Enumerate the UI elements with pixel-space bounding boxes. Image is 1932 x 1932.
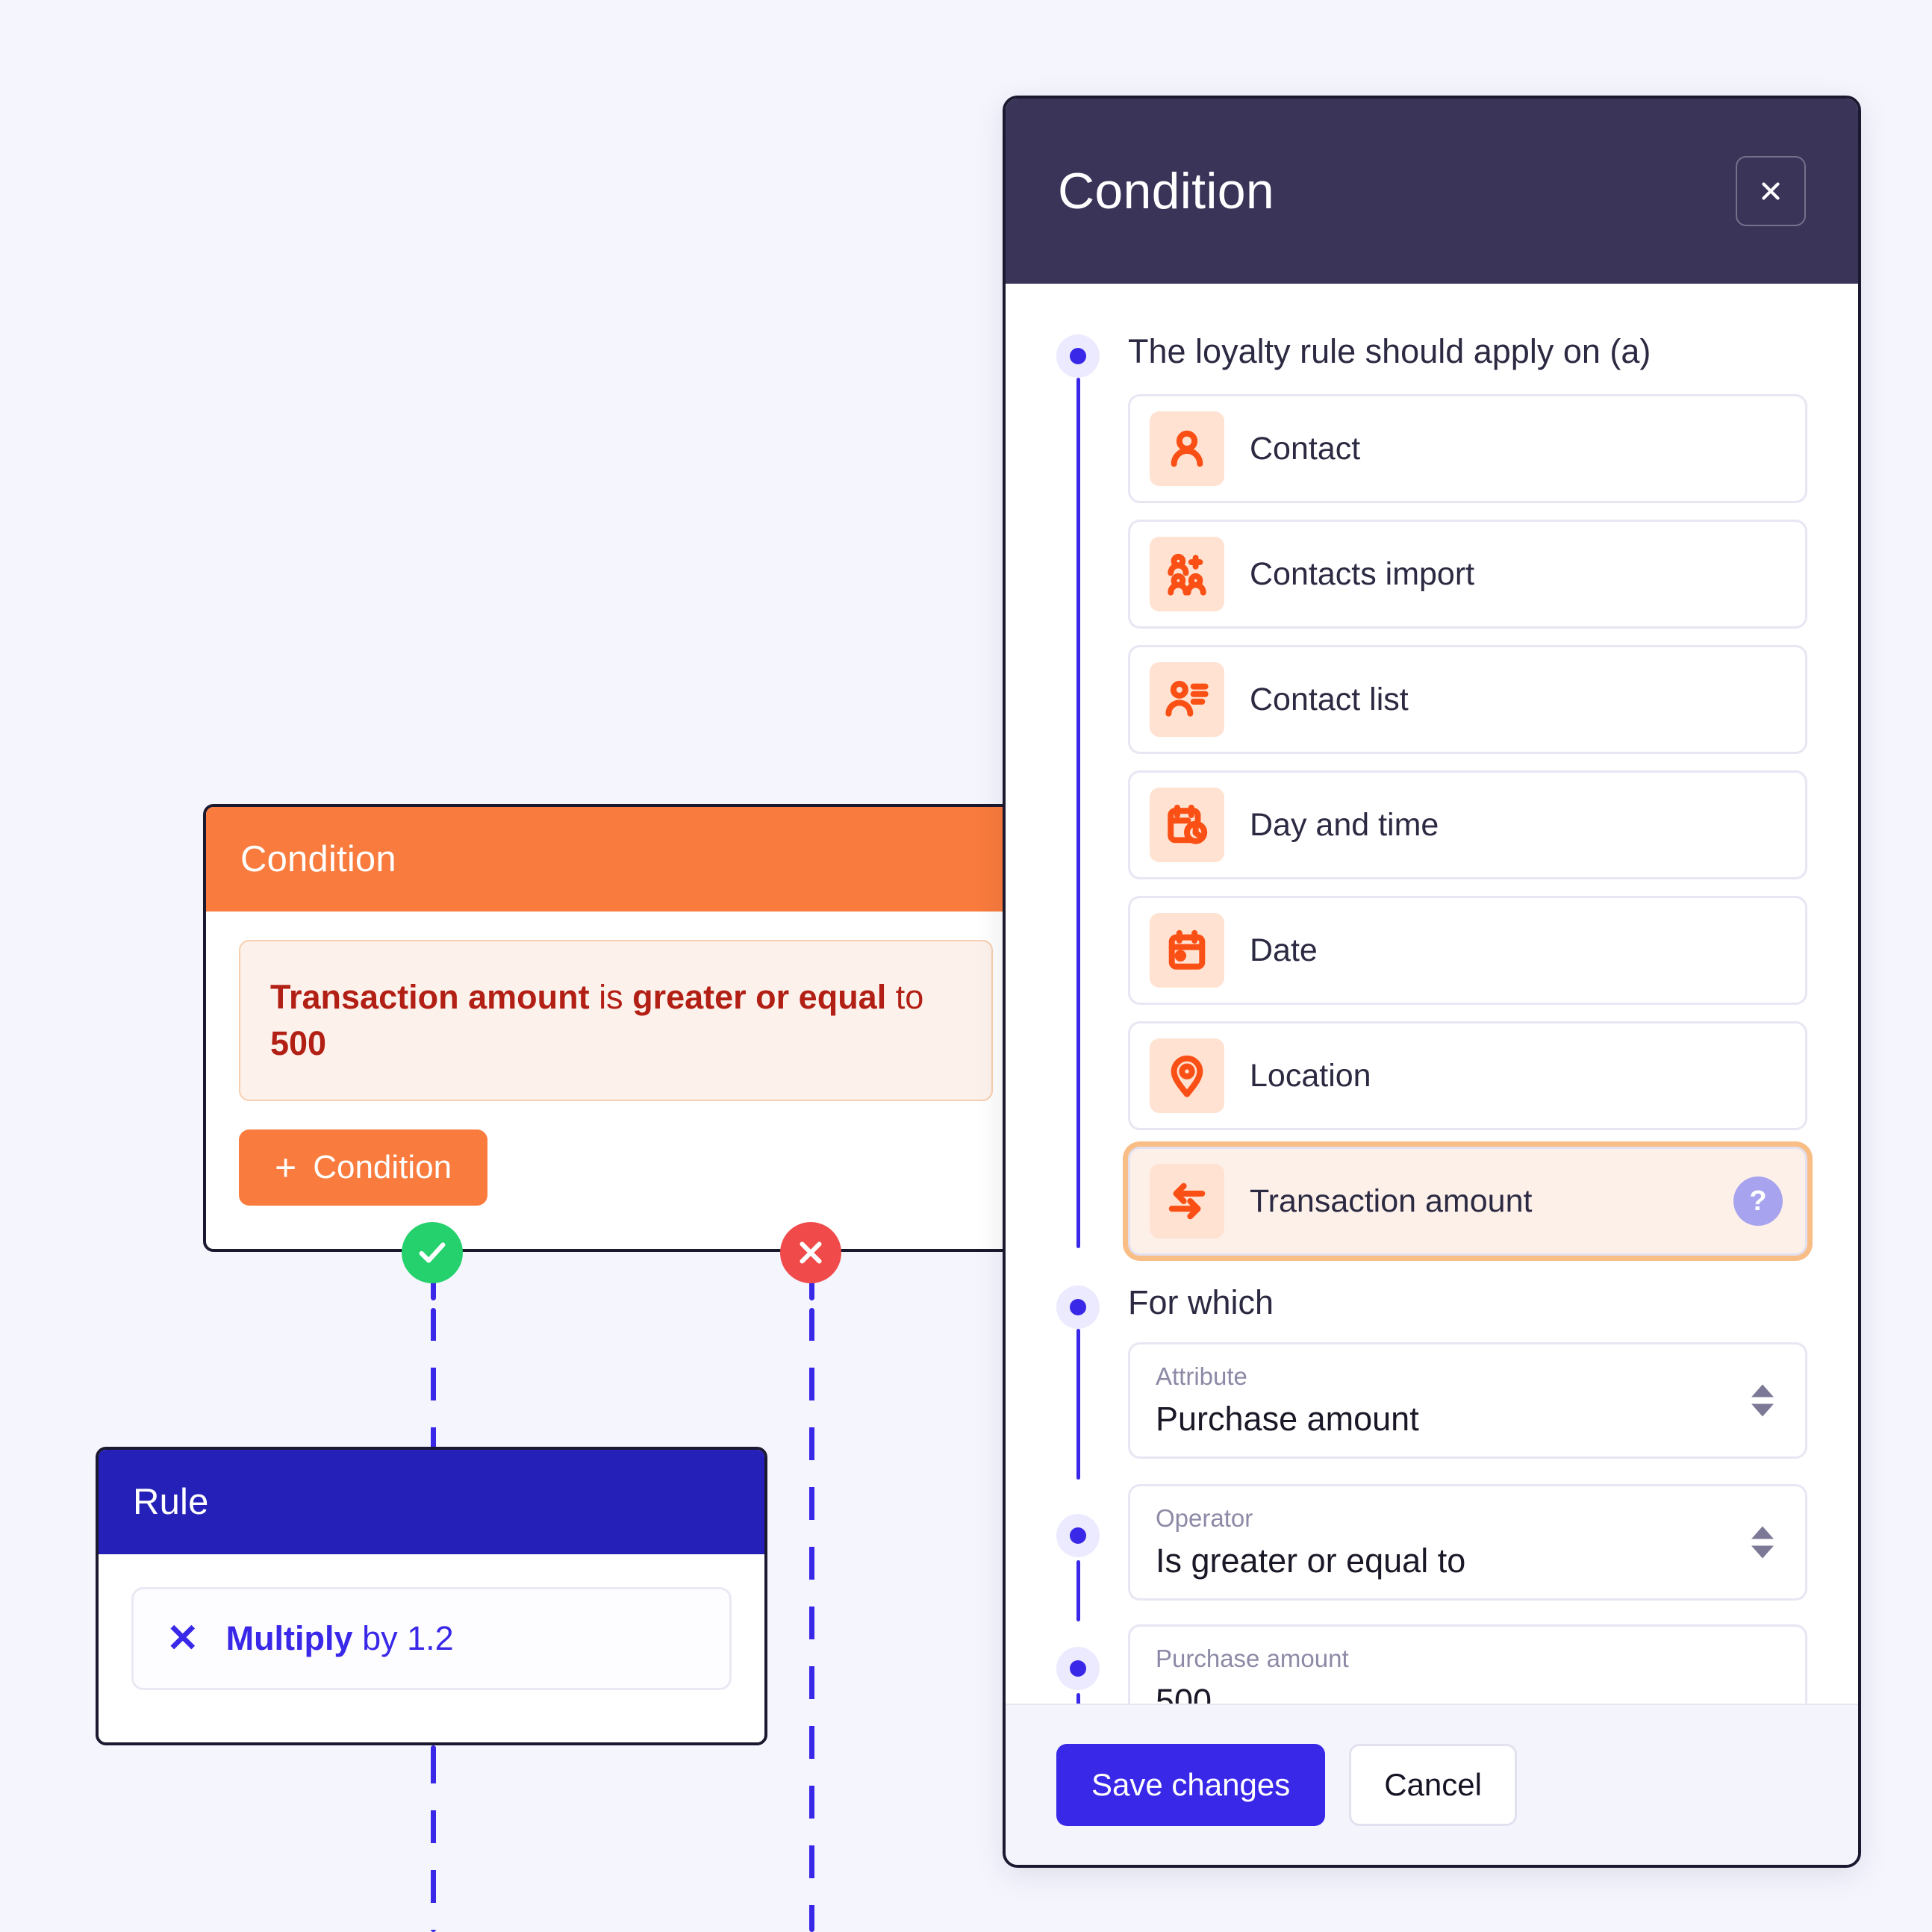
step-rail bbox=[1076, 1329, 1080, 1480]
yes-branch-dashed-line-lower bbox=[431, 1751, 436, 1932]
step-rail bbox=[1076, 1560, 1080, 1621]
purchase-amount-label: Purchase amount bbox=[1156, 1645, 1349, 1672]
step-for-which: For which Attribute Purchase amount bbox=[1056, 1283, 1807, 1480]
modal-close-button[interactable] bbox=[1736, 156, 1806, 226]
option-location[interactable]: Location bbox=[1128, 1021, 1807, 1130]
condition-node-body: Transaction amount is greater or equal t… bbox=[206, 912, 1026, 1206]
save-changes-button[interactable]: Save changes bbox=[1056, 1744, 1326, 1826]
attribute-label: Attribute bbox=[1156, 1362, 1247, 1390]
step-purchase-amount: Purchase amount 500 bbox=[1056, 1624, 1807, 1704]
step-apply-on: The loyalty rule should apply on (a) Con… bbox=[1056, 331, 1807, 1256]
option-location-label: Location bbox=[1250, 1057, 1371, 1094]
option-day-and-time[interactable]: Day and time bbox=[1128, 770, 1807, 879]
users-plus-icon bbox=[1150, 537, 1224, 611]
help-icon[interactable]: ? bbox=[1733, 1177, 1783, 1226]
expression-subject: Transaction amount bbox=[270, 978, 590, 1016]
plus-icon: + bbox=[275, 1147, 297, 1189]
option-contact-list-label: Contact list bbox=[1250, 681, 1409, 717]
check-icon bbox=[419, 1242, 446, 1263]
option-transaction-amount[interactable]: Transaction amount ? bbox=[1128, 1147, 1807, 1256]
calendar-icon bbox=[1150, 913, 1224, 988]
transfer-arrows-icon bbox=[1150, 1164, 1224, 1238]
operator-value: Is greater or equal to bbox=[1156, 1542, 1466, 1580]
rule-node-title: Rule bbox=[133, 1482, 209, 1522]
expression-operator: greater or equal bbox=[632, 978, 887, 1016]
option-contact[interactable]: Contact bbox=[1128, 394, 1807, 503]
expression-connector-2: to bbox=[886, 978, 924, 1016]
rule-node-card[interactable]: Rule ✕ Multiply by 1.2 bbox=[96, 1447, 767, 1745]
step-rail bbox=[1076, 1693, 1080, 1704]
modal-title: Condition bbox=[1058, 163, 1275, 219]
close-icon bbox=[1762, 182, 1780, 200]
rule-action-value: by 1.2 bbox=[352, 1619, 454, 1657]
condition-modal: Condition The loyalty rule should apply … bbox=[1003, 96, 1861, 1868]
map-pin-icon bbox=[1150, 1038, 1224, 1113]
condition-expression[interactable]: Transaction amount is greater or equal t… bbox=[239, 940, 993, 1102]
option-date-label: Date bbox=[1250, 932, 1318, 968]
condition-type-options: Contact Contacts import Contact list Day… bbox=[1128, 394, 1807, 1256]
step-bullet-icon bbox=[1056, 1647, 1100, 1690]
option-contact-list[interactable]: Contact list bbox=[1128, 645, 1807, 754]
step-bullet-icon bbox=[1056, 1286, 1100, 1329]
attribute-stepper-icon[interactable] bbox=[1751, 1384, 1774, 1417]
step-operator: Operator Is greater or equal to bbox=[1056, 1484, 1807, 1621]
step-bullet-icon bbox=[1056, 1514, 1100, 1557]
purchase-amount-input[interactable]: Purchase amount 500 bbox=[1128, 1624, 1807, 1704]
add-condition-button[interactable]: + Condition bbox=[239, 1129, 488, 1206]
option-day-and-time-label: Day and time bbox=[1250, 806, 1439, 843]
operator-select[interactable]: Operator Is greater or equal to bbox=[1128, 1484, 1807, 1601]
condition-node-title: Condition bbox=[240, 839, 396, 879]
condition-node-header: Condition bbox=[206, 807, 1026, 912]
yes-branch-dashed-line bbox=[431, 1308, 436, 1450]
attribute-value: Purchase amount bbox=[1156, 1400, 1419, 1438]
purchase-amount-value: 500 bbox=[1156, 1682, 1212, 1704]
expression-value: 500 bbox=[270, 1024, 327, 1063]
operator-stepper-icon[interactable] bbox=[1751, 1526, 1774, 1559]
add-condition-label: Condition bbox=[313, 1149, 452, 1186]
multiply-icon: ✕ bbox=[166, 1617, 199, 1660]
close-icon bbox=[800, 1241, 822, 1264]
cancel-button[interactable]: Cancel bbox=[1349, 1744, 1517, 1826]
attribute-select[interactable]: Attribute Purchase amount bbox=[1128, 1342, 1807, 1459]
user-icon bbox=[1150, 411, 1224, 486]
option-transaction-amount-label: Transaction amount bbox=[1250, 1182, 1533, 1219]
expression-connector-1: is bbox=[589, 978, 633, 1016]
rule-node-header: Rule bbox=[99, 1450, 764, 1554]
option-contact-label: Contact bbox=[1250, 430, 1361, 467]
step-for-which-label: For which bbox=[1128, 1283, 1274, 1321]
no-branch-dashed-line bbox=[809, 1308, 814, 1932]
condition-node-card[interactable]: Condition Transaction amount is greater … bbox=[203, 804, 1029, 1252]
step-rail bbox=[1076, 378, 1080, 1248]
modal-footer: Save changes Cancel bbox=[1006, 1704, 1858, 1865]
option-date[interactable]: Date bbox=[1128, 896, 1807, 1005]
rule-bottom-connector-stub bbox=[431, 1745, 436, 1762]
rule-action-name: Multiply bbox=[225, 1619, 353, 1657]
step-bullet-icon bbox=[1056, 334, 1100, 378]
rule-action-item[interactable]: ✕ Multiply by 1.2 bbox=[131, 1587, 732, 1690]
option-contacts-import-label: Contacts import bbox=[1250, 555, 1475, 592]
modal-body: The loyalty rule should apply on (a) Con… bbox=[1006, 284, 1858, 1704]
step-apply-on-label: The loyalty rule should apply on (a) bbox=[1128, 332, 1651, 370]
operator-label: Operator bbox=[1156, 1504, 1253, 1532]
modal-header: Condition bbox=[1006, 99, 1858, 284]
calendar-clock-icon bbox=[1150, 788, 1224, 862]
yes-branch-badge[interactable] bbox=[402, 1222, 463, 1283]
rule-node-body: ✕ Multiply by 1.2 bbox=[99, 1554, 764, 1690]
user-list-icon bbox=[1150, 662, 1224, 737]
option-contacts-import[interactable]: Contacts import bbox=[1128, 520, 1807, 629]
no-branch-badge[interactable] bbox=[780, 1222, 841, 1283]
